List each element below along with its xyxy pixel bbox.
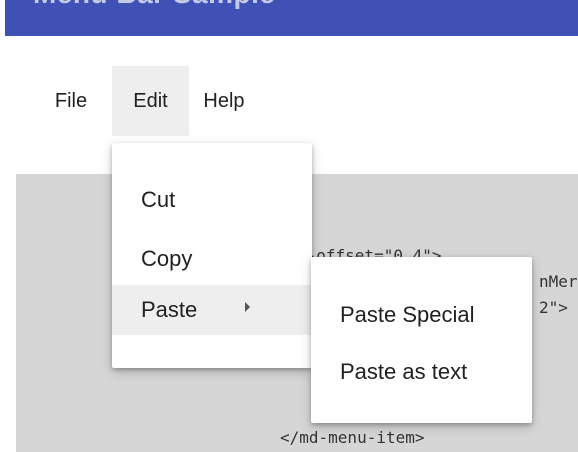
menu-item-cut[interactable]: Cut xyxy=(112,177,312,223)
menubar: File Edit Help xyxy=(30,66,259,136)
menu-item-label: Paste Special xyxy=(340,302,475,327)
edit-menu: Cut Copy Paste xyxy=(112,143,312,368)
menubar-item-edit[interactable]: Edit xyxy=(112,66,189,136)
menu-item-paste-as-text[interactable]: Paste as text xyxy=(311,347,532,397)
menu-item-label: Copy xyxy=(141,246,193,271)
menu-item-copy[interactable]: Copy xyxy=(112,236,312,282)
app-title: Menu Bar Sample xyxy=(33,0,275,10)
menu-item-label: Paste as text xyxy=(340,359,468,384)
menu-item-paste-special[interactable]: Paste Special xyxy=(311,290,532,340)
code-line: </md-menu-item> xyxy=(280,428,425,447)
menu-item-paste[interactable]: Paste xyxy=(112,285,312,335)
app-toolbar: Menu Bar Sample xyxy=(5,0,578,36)
paste-submenu: Paste Special Paste as text xyxy=(311,257,532,423)
menu-item-label: Paste xyxy=(141,297,198,322)
code-line: 2"> xyxy=(539,298,568,317)
triangle-right-icon xyxy=(245,302,250,312)
menubar-item-file[interactable]: File xyxy=(30,66,112,136)
menubar-item-help[interactable]: Help xyxy=(189,66,259,136)
menu-item-label: Cut xyxy=(141,187,176,212)
code-line: nMer xyxy=(539,272,578,291)
